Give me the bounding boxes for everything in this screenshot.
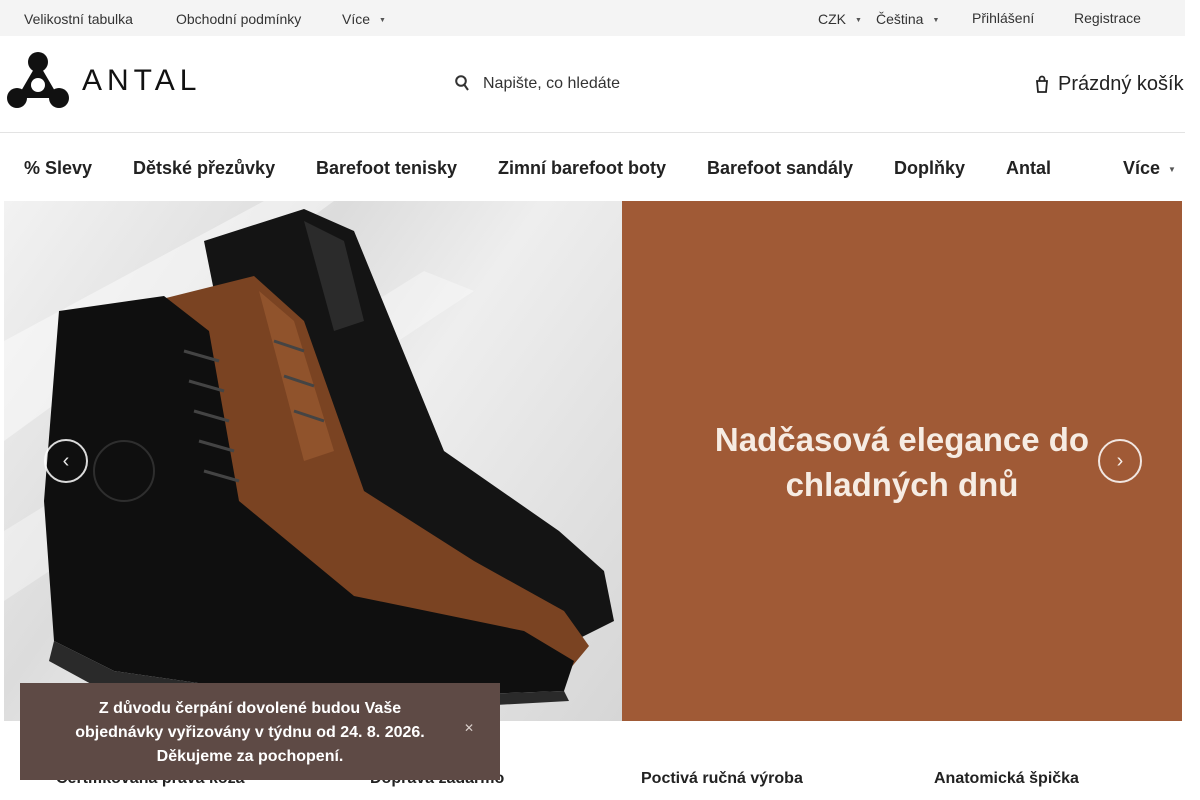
top-more-menu[interactable]: Více ▼ xyxy=(342,11,386,27)
terms-link[interactable]: Obchodní podmínky xyxy=(176,11,301,27)
language-value: Čeština xyxy=(876,11,924,27)
vacation-notice: Z důvodu čerpání dovolené budou Vaše obj… xyxy=(20,683,500,780)
language-select[interactable]: Čeština ▼ xyxy=(876,11,939,27)
chevron-down-icon: ▼ xyxy=(1168,165,1176,174)
benefit-handmade: Poctivá ručná výroba xyxy=(641,770,803,787)
chevron-down-icon: ▼ xyxy=(379,17,386,24)
nav-item-kids-slippers[interactable]: Dětské přezůvky xyxy=(133,158,275,179)
notice-text: Z důvodu čerpání dovolené budou Vaše obj… xyxy=(75,700,425,765)
hero-title-line-2: chladných dnů xyxy=(785,466,1019,503)
nav-item-sale[interactable]: % Slevy xyxy=(24,158,92,179)
login-link[interactable]: Přihlášení xyxy=(972,10,1034,26)
nav-more-menu[interactable]: Více ▼ xyxy=(1123,158,1176,179)
brand-name: ANTAL xyxy=(82,64,202,97)
benefit-anatomical-toe: Anatomická špička xyxy=(934,770,1079,787)
hero-carousel[interactable]: Nadčasová elegance do chladných dnů ‹ › xyxy=(4,201,1182,721)
nav-item-barefoot-sandals[interactable]: Barefoot sandály xyxy=(707,158,853,179)
search-icon xyxy=(455,75,469,91)
cart-icon xyxy=(1036,75,1048,93)
chevron-down-icon: ▼ xyxy=(855,17,862,24)
boots-illustration xyxy=(4,201,614,709)
main-navigation: % Slevy Dětské přezůvky Barefoot tenisky… xyxy=(0,133,1185,201)
nav-more-label: Více xyxy=(1123,158,1161,178)
chevron-down-icon: ▼ xyxy=(932,17,940,24)
nav-item-antal[interactable]: Antal xyxy=(1006,158,1051,179)
currency-select[interactable]: CZK ▼ xyxy=(818,11,862,27)
search-box[interactable]: Napište, co hledáte xyxy=(455,74,620,93)
register-link[interactable]: Registrace xyxy=(1074,10,1141,26)
site-header: ANTAL Napište, co hledáte Prázdný košík xyxy=(0,36,1185,133)
cart-label: Prázdný košík xyxy=(1058,73,1184,95)
hero-boots-image xyxy=(4,201,622,721)
nav-item-accessories[interactable]: Doplňky xyxy=(894,158,965,179)
nav-item-barefoot-sneakers[interactable]: Barefoot tenisky xyxy=(316,158,457,179)
nav-item-winter-barefoot-boots[interactable]: Zimní barefoot boty xyxy=(498,158,666,179)
antal-logo-icon xyxy=(7,52,69,108)
carousel-prev-button[interactable]: ‹ xyxy=(44,439,88,483)
chevron-left-icon: ‹ xyxy=(62,450,70,472)
cart-button[interactable]: Prázdný košík xyxy=(1036,73,1184,96)
currency-value: CZK xyxy=(818,11,846,27)
search-placeholder: Napište, co hledáte xyxy=(483,75,620,92)
top-utility-bar: Velikostní tabulka Obchodní podmínky Víc… xyxy=(0,0,1185,36)
chevron-right-icon: › xyxy=(1116,450,1124,472)
top-more-label: Více xyxy=(342,11,371,27)
size-table-link[interactable]: Velikostní tabulka xyxy=(24,11,133,27)
close-icon[interactable]: ✕ xyxy=(464,721,474,735)
carousel-next-button[interactable]: › xyxy=(1098,439,1142,483)
